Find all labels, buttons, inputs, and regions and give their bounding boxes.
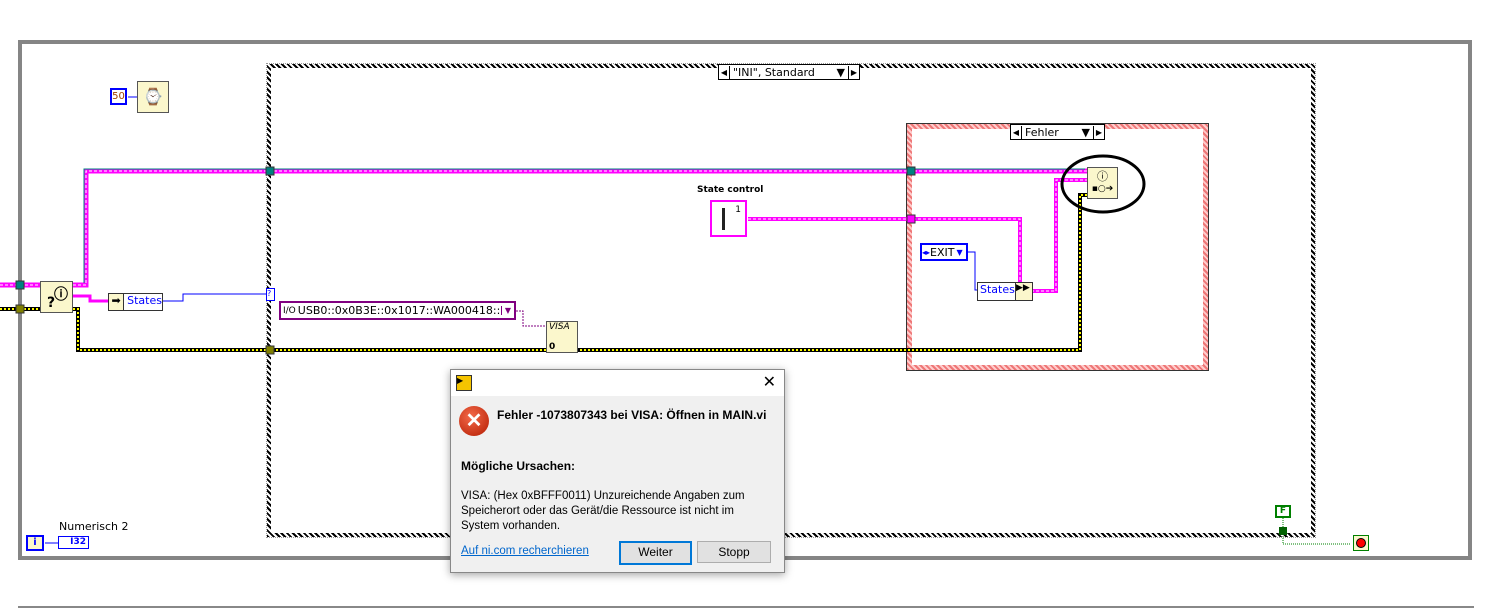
- enum-icon: ◂▸: [922, 247, 931, 257]
- state-control-value: 1: [735, 205, 741, 215]
- inner-case-selector[interactable]: ◀ Fehler ▼ ▶: [1010, 124, 1105, 140]
- wait-constant[interactable]: 50: [110, 88, 127, 105]
- ni-search-link[interactable]: Auf ni.com recherchieren: [461, 545, 589, 557]
- numeric-indicator[interactable]: I32: [58, 536, 89, 549]
- false-constant[interactable]: F: [1275, 505, 1291, 518]
- stop-icon: [1356, 538, 1366, 548]
- continue-button[interactable]: Weiter: [619, 541, 692, 565]
- states-typedef-left[interactable]: ➡ States: [108, 293, 163, 311]
- labview-icon: ▶: [456, 375, 472, 391]
- dropdown-icon[interactable]: ▼: [501, 306, 514, 315]
- error-icon: ✕: [459, 406, 489, 436]
- visa-open-node[interactable]: VISA 0: [546, 321, 578, 353]
- state-control-terminal[interactable]: 1: [710, 200, 747, 237]
- iteration-terminal: i: [26, 535, 44, 551]
- visa-node-label: VISA: [549, 322, 570, 332]
- clear-error-node[interactable]: ⓘ ▪○➔: [1087, 167, 1118, 199]
- states-label: States: [127, 294, 162, 307]
- close-icon[interactable]: ✕: [763, 372, 776, 392]
- build-arrow-icon: ▶▶: [1015, 283, 1032, 300]
- dropdown-icon[interactable]: ▼: [837, 66, 845, 79]
- prev-case-icon[interactable]: ◀: [719, 68, 729, 77]
- exit-enum-value: EXIT: [930, 245, 955, 259]
- numeric-indicator-label: Numerisch 2: [59, 520, 129, 533]
- case-selector-terminal: ?: [266, 288, 275, 301]
- unbundle-error-node[interactable]: ⓘ?: [40, 281, 73, 313]
- next-case-icon[interactable]: ▶: [849, 68, 859, 77]
- prev-case-icon[interactable]: ◀: [1011, 128, 1021, 137]
- states-label: States: [980, 283, 1015, 296]
- error-title: Fehler -1073807343 bei VISA: Öffnen in M…: [497, 408, 767, 422]
- wait-ms-icon[interactable]: ⌚: [137, 81, 169, 113]
- case-label: "INI", Standard: [733, 65, 815, 79]
- arrow-icon: ➡: [109, 294, 125, 310]
- exit-enum-constant[interactable]: ◂▸ EXIT ▼: [920, 243, 968, 261]
- dropdown-icon[interactable]: ▼: [956, 248, 962, 257]
- next-case-icon[interactable]: ▶: [1094, 128, 1104, 137]
- states-typedef-right[interactable]: States ▶▶: [977, 282, 1033, 301]
- case-label: Fehler: [1025, 125, 1059, 139]
- state-control-label: State control: [697, 185, 764, 195]
- visa-node-value: 0: [549, 342, 556, 352]
- stop-button[interactable]: Stopp: [697, 541, 771, 563]
- visa-resource-constant[interactable]: I/OUSB0::0x0B3E::0x1017::WA000418::INSTR…: [279, 301, 516, 320]
- warning-icon: ⓘ: [1097, 170, 1108, 183]
- stop-terminal[interactable]: [1353, 535, 1369, 551]
- slider-icon: [722, 208, 725, 230]
- dropdown-icon[interactable]: ▼: [1082, 126, 1090, 139]
- causes-heading: Mögliche Ursachen:: [461, 459, 576, 473]
- warning-icon: ⓘ: [54, 287, 68, 303]
- clear-arrow-icon: ▪○➔: [1091, 184, 1114, 194]
- error-dialog: ▶ ✕ ✕ Fehler -1073807343 bei VISA: Öffne…: [450, 369, 785, 573]
- outer-case-selector[interactable]: ◀ "INI", Standard ▼ ▶: [718, 64, 860, 80]
- question-icon: ?: [47, 295, 56, 311]
- visa-resource-value: USB0::0x0B3E::0x1017::WA000418::INSTR: [297, 304, 501, 317]
- io-icon: I/O: [283, 305, 296, 316]
- causes-text: VISA: (Hex 0xBFFF0011) Unzureichende Ang…: [461, 490, 745, 532]
